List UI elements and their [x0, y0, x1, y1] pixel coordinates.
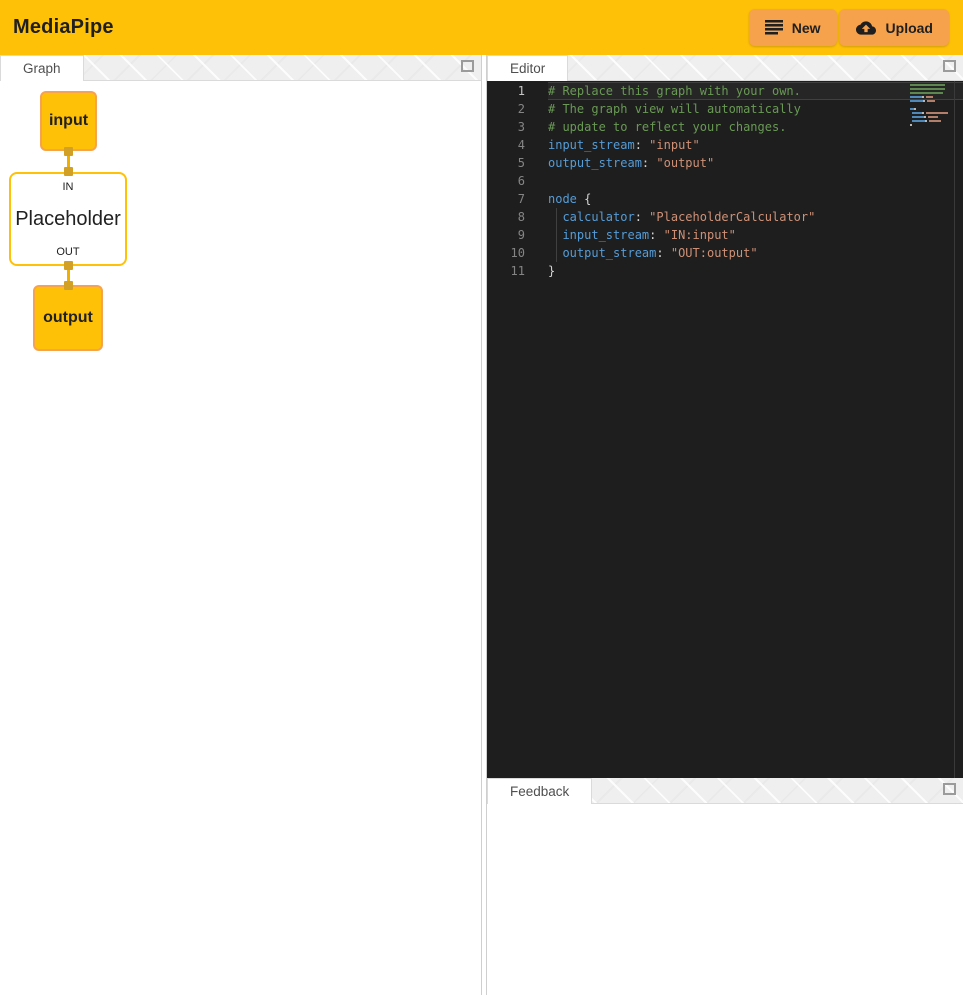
- minimap-line: [910, 84, 948, 86]
- minimap-line: [910, 96, 948, 98]
- out-port-label: OUT: [56, 246, 79, 258]
- feedback-tabstrip: Feedback: [487, 778, 963, 804]
- placeholder-node-title: Placeholder: [15, 208, 121, 231]
- code-editor[interactable]: 1234567891011 # Replace this graph with …: [487, 81, 963, 778]
- cloud-upload-icon: [855, 18, 877, 38]
- port-dot[interactable]: [64, 167, 73, 176]
- line-number: 1: [487, 82, 525, 100]
- minimap-line: [910, 88, 948, 90]
- line-number: 2: [487, 100, 525, 118]
- minimap-line: [910, 104, 948, 106]
- graph-node-input-label: input: [49, 112, 88, 130]
- minimap-line: [910, 120, 948, 122]
- code-line[interactable]: input_stream: "IN:input": [548, 226, 963, 244]
- code-line[interactable]: calculator: "PlaceholderCalculator": [548, 208, 963, 226]
- graph-node-placeholder[interactable]: IN Placeholder OUT: [9, 172, 127, 266]
- graph-node-output[interactable]: output: [33, 285, 103, 351]
- code-line[interactable]: output_stream: "output": [548, 154, 963, 172]
- code-line[interactable]: # update to reflect your changes.: [548, 118, 963, 136]
- editor-panel: Editor 1234567891011 # Replace this grap…: [487, 55, 963, 778]
- line-number: 5: [487, 154, 525, 172]
- tab-feedback-label: Feedback: [510, 784, 569, 799]
- upload-button-label: Upload: [886, 20, 933, 36]
- editor-gutter: 1234567891011: [487, 81, 525, 778]
- tab-editor[interactable]: Editor: [487, 55, 568, 81]
- port-dot[interactable]: [64, 147, 73, 156]
- code-line[interactable]: # The graph view will automatically: [548, 100, 963, 118]
- tab-graph[interactable]: Graph: [0, 55, 84, 81]
- editor-code[interactable]: # Replace this graph with your own.# The…: [525, 81, 963, 778]
- editor-tabstrip: Editor: [487, 55, 963, 81]
- minimap-line: [910, 124, 948, 126]
- code-line[interactable]: output_stream: "OUT:output": [548, 244, 963, 262]
- code-line[interactable]: input_stream: "input": [548, 136, 963, 154]
- feedback-content: [487, 804, 963, 995]
- minimap-line: [910, 116, 948, 118]
- maximize-icon[interactable]: [461, 60, 474, 72]
- line-number: 7: [487, 190, 525, 208]
- maximize-icon[interactable]: [943, 60, 956, 72]
- tab-editor-label: Editor: [510, 61, 545, 76]
- graph-node-input[interactable]: input: [40, 91, 97, 151]
- line-number: 9: [487, 226, 525, 244]
- graph-node-output-label: output: [43, 309, 93, 327]
- line-number: 10: [487, 244, 525, 262]
- minimap-line: [910, 100, 948, 102]
- editor-minimap[interactable]: [910, 84, 948, 128]
- graph-tabstrip: Graph: [0, 55, 481, 81]
- app-title: MediaPipe: [13, 16, 114, 39]
- minimap-line: [910, 112, 948, 114]
- port-dot[interactable]: [64, 281, 73, 290]
- right-column: Editor 1234567891011 # Replace this grap…: [486, 55, 963, 995]
- port-dot[interactable]: [64, 261, 73, 270]
- editor-scrollbar[interactable]: [954, 81, 955, 778]
- top-bar: MediaPipe New Upload: [0, 0, 963, 55]
- tab-graph-label: Graph: [23, 61, 61, 76]
- feedback-panel: Feedback: [487, 778, 963, 995]
- code-line[interactable]: [548, 172, 963, 190]
- line-number: 8: [487, 208, 525, 226]
- graph-panel: Graph input IN Placeholder OUT output: [0, 55, 482, 995]
- in-port-label: IN: [63, 181, 74, 193]
- new-button-label: New: [792, 20, 821, 36]
- code-line[interactable]: }: [548, 262, 963, 280]
- line-number: 11: [487, 262, 525, 280]
- code-line[interactable]: node {: [548, 190, 963, 208]
- graph-canvas[interactable]: input IN Placeholder OUT output: [0, 81, 481, 995]
- line-number: 4: [487, 136, 525, 154]
- maximize-icon[interactable]: [943, 783, 956, 795]
- minimap-line: [910, 108, 948, 110]
- upload-button[interactable]: Upload: [839, 9, 949, 46]
- new-button[interactable]: New: [749, 9, 837, 46]
- line-number: 3: [487, 118, 525, 136]
- line-number: 6: [487, 172, 525, 190]
- menu-icon: [765, 20, 783, 35]
- topbar-actions: New Upload: [749, 9, 949, 46]
- minimap-line: [910, 92, 948, 94]
- code-line[interactable]: # Replace this graph with your own.: [548, 82, 963, 100]
- tab-feedback[interactable]: Feedback: [487, 778, 592, 804]
